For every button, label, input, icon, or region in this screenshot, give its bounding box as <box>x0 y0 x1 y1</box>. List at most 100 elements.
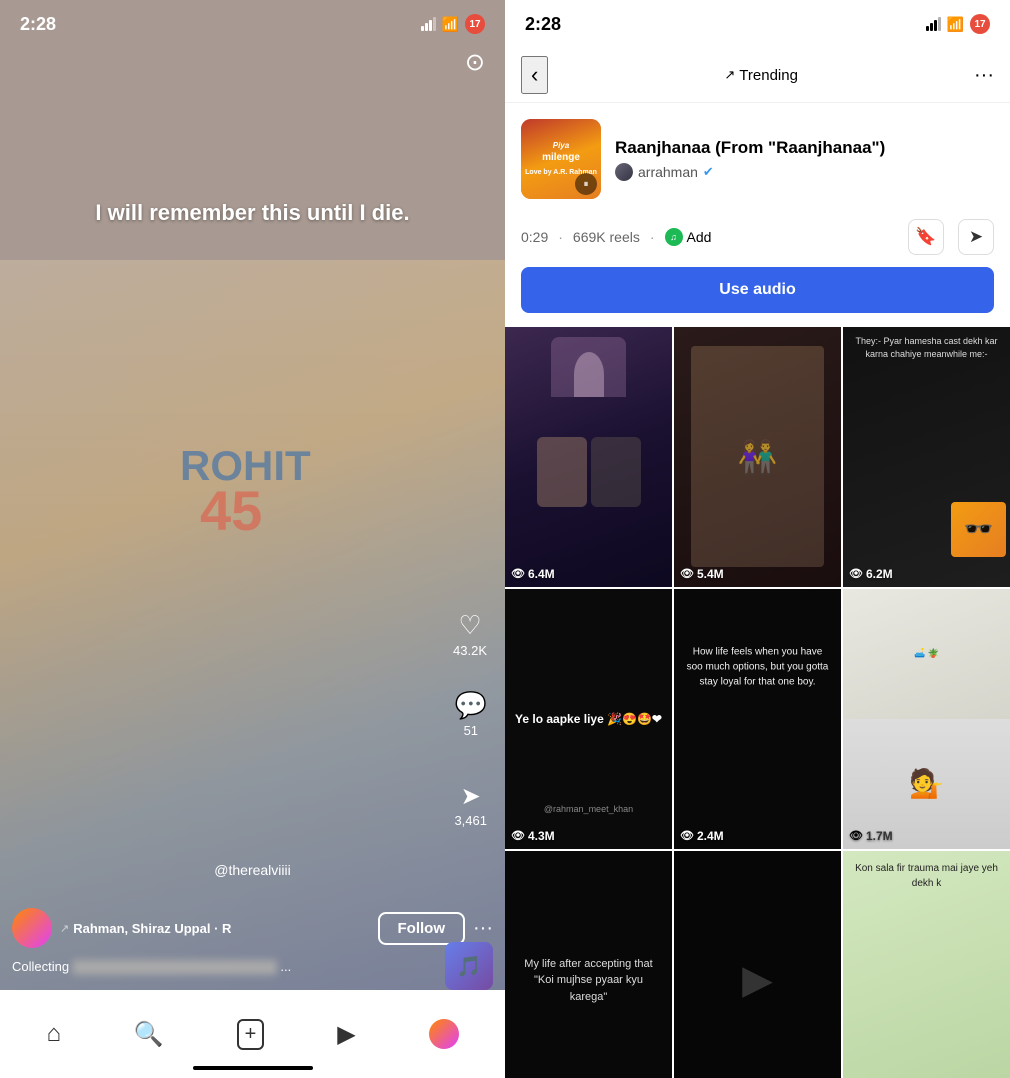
reel-text-7: My life after accepting that "Koi mujhse… <box>515 956 662 1006</box>
blurred-label: ████████████████████████ <box>73 960 277 974</box>
eye-icon: 👁 <box>849 567 863 580</box>
search-icon: 🔍 <box>134 1020 164 1049</box>
wifi-icon: 📶 <box>442 16 459 33</box>
reel-item[interactable]: ▶ <box>674 851 841 1078</box>
song-meta: 0:29 · 669K reels · ♫ Add 🔖 ➤ <box>505 215 1010 267</box>
verified-icon: ✔ <box>703 164 714 180</box>
username-tag: @therealviiii <box>0 862 505 878</box>
signal-bars-dark-icon <box>926 17 941 31</box>
eye-icon: 👁 <box>511 829 525 842</box>
share-icon: ➤ <box>461 782 481 811</box>
reel-count-5: 👁 2.4M <box>680 829 724 843</box>
nav-bar: ⌂ 🔍 + ▶ <box>0 990 505 1078</box>
collecting-bar: Collecting ████████████████████████ ... … <box>0 942 505 990</box>
nav-reels[interactable]: ▶ <box>337 1020 355 1049</box>
dot-separator: · <box>558 229 563 245</box>
like-count-value: 43.2K <box>453 643 487 658</box>
reel-count-1: 👁 6.4M <box>511 567 555 581</box>
left-status-bar: 2:28 📶 17 <box>0 0 505 48</box>
song-details: Raanjhanaa (From "Raanjhanaa") arrahman … <box>615 137 994 181</box>
comment-count-value: 51 <box>464 723 478 738</box>
like-count[interactable]: ♡ 43.2K <box>453 610 487 658</box>
profile-avatar-icon <box>429 1019 459 1049</box>
reel-count-2: 👁 5.4M <box>680 567 724 581</box>
artist-name: arrahman <box>638 164 698 180</box>
reel-item[interactable]: Kon sala fir trauma mai jaye yeh dekh k … <box>843 851 1010 1078</box>
right-panel: 2:28 📶 17 ‹ ↗ Trending ··· Piya milenge <box>505 0 1010 1078</box>
heart-icon: ♡ <box>458 610 481 641</box>
collecting-text: Collecting ████████████████████████ ... <box>12 959 435 974</box>
duration: 0:29 <box>521 229 548 245</box>
nav-add[interactable]: + <box>237 1019 265 1050</box>
back-button[interactable]: ‹ <box>521 56 548 94</box>
reel-item[interactable]: Ye lo aapke liye 🎉😍🤩❤ @rahman_meet_khan … <box>505 589 672 849</box>
home-icon: ⌂ <box>46 1020 61 1048</box>
camera-icon[interactable]: ⊙ <box>465 48 485 77</box>
wifi-dark-icon: 📶 <box>947 16 964 33</box>
add-to-spotify-button[interactable]: ♫ Add <box>665 228 712 246</box>
eye-icon: 👁 <box>680 829 694 842</box>
comment-count[interactable]: 💬 51 <box>455 690 487 738</box>
top-nav: ‹ ↗ Trending ··· <box>505 48 1010 103</box>
trending-button[interactable]: ↗ Trending <box>724 67 798 84</box>
nav-profile[interactable] <box>429 1019 459 1049</box>
user-name-text: Rahman, Shiraz Uppal · R <box>73 921 231 936</box>
music-note-icon: 🎵 <box>457 954 482 979</box>
add-label: Add <box>687 229 712 245</box>
share-count-value: 3,461 <box>454 813 487 828</box>
reel-text-4: Ye lo aapke liye 🎉😍🤩❤ <box>505 710 672 728</box>
use-audio-button[interactable]: Use audio <box>521 267 994 313</box>
reels-count: 669K reels <box>573 229 640 245</box>
reels-icon: ▶ <box>337 1020 355 1049</box>
reel-item[interactable]: They:- Pyar hamesha cast dekh kar karna … <box>843 327 1010 587</box>
left-status-icons: 📶 17 <box>421 14 485 34</box>
more-dots-button[interactable]: ··· <box>974 64 994 87</box>
reel-count-4: 👁 4.3M <box>511 829 555 843</box>
eye-icon: 👁 <box>680 567 694 580</box>
dot-separator-2: · <box>650 229 655 245</box>
trending-small-icon: ↗ <box>60 922 69 935</box>
reel-item[interactable]: How life feels when you have soo much op… <box>674 589 841 849</box>
battery-badge: 17 <box>465 14 485 34</box>
song-info: Piya milenge Love by A.R. Rahman ⏸ Raanj… <box>505 103 1010 215</box>
share-count[interactable]: ➤ 3,461 <box>454 782 487 828</box>
reel-item[interactable]: 🛋️ 🪴 💁 👁 1.7M <box>843 589 1010 849</box>
eye-icon: 👁 <box>849 829 863 842</box>
nav-home[interactable]: ⌂ <box>46 1020 61 1048</box>
reel-count-3: 👁 6.2M <box>849 567 893 581</box>
reel-item[interactable]: 👫 👁 5.4M <box>674 327 841 587</box>
nav-search[interactable]: 🔍 <box>134 1020 164 1049</box>
comment-icon: 💬 <box>455 690 487 721</box>
battery-badge-dark: 17 <box>970 14 990 34</box>
trending-label: Trending <box>739 67 798 84</box>
album-art: Piya milenge Love by A.R. Rahman ⏸ <box>521 119 601 199</box>
reel-item[interactable]: 👁 6.4M <box>505 327 672 587</box>
username-info: ↗ Rahman, Shiraz Uppal · R <box>60 921 370 936</box>
spotify-icon: ♫ <box>665 228 683 246</box>
action-icons: 🔖 ➤ <box>908 219 994 255</box>
send-icon: ➤ <box>969 227 983 247</box>
right-time: 2:28 <box>525 14 561 35</box>
jersey-overlay: ROHIT 45 <box>0 260 505 700</box>
bookmark-button[interactable]: 🔖 <box>908 219 944 255</box>
music-thumbnail[interactable]: 🎵 <box>445 942 493 990</box>
reel-count-6: 👁 1.7M <box>849 829 893 843</box>
more-options-button[interactable]: ··· <box>473 917 493 940</box>
artist-avatar <box>615 163 633 181</box>
svg-text:45: 45 <box>200 479 262 542</box>
left-time: 2:28 <box>20 14 56 35</box>
reel-text-3: They:- Pyar hamesha cast dekh kar karna … <box>851 335 1002 360</box>
right-status-bar: 2:28 📶 17 <box>505 0 1010 48</box>
left-panel: 2:28 📶 17 ⊙ I will remember this until I… <box>0 0 505 1078</box>
follow-button[interactable]: Follow <box>378 912 466 945</box>
pause-button[interactable]: ⏸ <box>575 173 597 195</box>
eye-icon: 👁 <box>511 567 525 580</box>
add-icon: + <box>237 1019 265 1050</box>
reel-text-9: Kon sala fir trauma mai jaye yeh dekh k <box>851 861 1002 891</box>
artist-row: arrahman ✔ <box>615 163 994 181</box>
bookmark-icon: 🔖 <box>915 227 936 247</box>
song-title: Raanjhanaa (From "Raanjhanaa") <box>615 137 994 159</box>
send-button[interactable]: ➤ <box>958 219 994 255</box>
right-status-icons: 📶 17 <box>926 14 990 34</box>
reel-item[interactable]: My life after accepting that "Koi mujhse… <box>505 851 672 1078</box>
